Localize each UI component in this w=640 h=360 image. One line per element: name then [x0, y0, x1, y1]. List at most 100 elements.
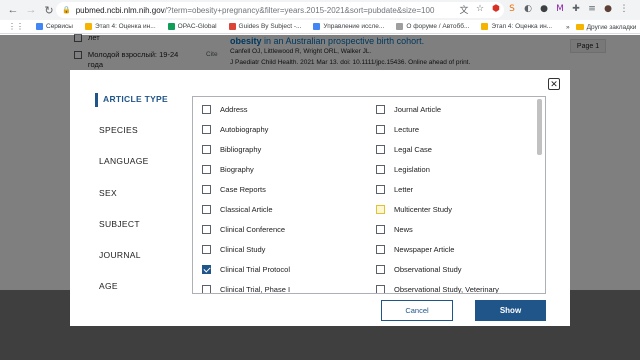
filter-category-journal[interactable]: JOURNAL: [99, 250, 141, 260]
article-type-option[interactable]: Observational Study: [376, 265, 462, 274]
back-icon[interactable]: ←: [6, 0, 20, 20]
scrollbar[interactable]: [537, 99, 542, 291]
media-icon[interactable]: ≡: [586, 3, 598, 15]
option-label: Newspaper Article: [394, 245, 455, 254]
checkbox[interactable]: [376, 125, 385, 134]
bookmark-item[interactable]: Guides By Subject -...: [228, 23, 301, 30]
bookmark-favicon-icon: [481, 23, 489, 30]
bookmark-item[interactable]: Сервисы: [36, 23, 73, 30]
checkbox[interactable]: [202, 285, 211, 293]
article-type-option[interactable]: Bibliography: [202, 145, 261, 154]
show-button[interactable]: Show: [475, 300, 546, 321]
article-type-list[interactable]: Address Autobiography Bibliography Biograph…: [192, 96, 546, 294]
url-path: /?term=obesity+pregnancy&filter=years.20…: [164, 5, 435, 15]
article-type-option[interactable]: Legal Case: [376, 145, 432, 154]
bookmark-item[interactable]: Этап 4: Оценка ин...: [84, 23, 156, 30]
option-label: Observational Study: [394, 265, 462, 274]
bookmark-item[interactable]: О форуме / Автобб...: [396, 23, 469, 30]
bookmark-favicon-icon: [396, 23, 404, 30]
ext-dark-icon[interactable]: ●: [538, 3, 550, 15]
filter-category-article-type[interactable]: ARTICLE TYPE: [103, 94, 168, 104]
article-type-option[interactable]: Letter: [376, 185, 413, 194]
filter-category-sex[interactable]: SEX: [99, 188, 117, 198]
checkbox[interactable]: [376, 285, 385, 293]
option-label: Clinical Trial Protocol: [220, 265, 291, 274]
bookmark-item[interactable]: Этап 4: Оценка ин...: [481, 23, 552, 30]
option-label: Autobiography: [220, 125, 269, 134]
article-type-option[interactable]: Clinical Conference: [202, 225, 285, 234]
article-type-option[interactable]: Clinical Trial, Phase I: [202, 285, 290, 293]
option-label: Clinical Conference: [220, 225, 286, 234]
option-label: Journal Article: [394, 105, 442, 114]
menu-icon[interactable]: ⋮: [618, 3, 630, 15]
article-type-option[interactable]: Clinical Study: [202, 245, 265, 254]
checkbox[interactable]: [376, 205, 385, 214]
profile-avatar[interactable]: ●: [602, 3, 614, 15]
chevron-right-icon: »: [566, 23, 570, 31]
checkbox[interactable]: [376, 165, 385, 174]
bookmark-item[interactable]: OPAC-Global: [167, 23, 217, 30]
checkbox[interactable]: [376, 185, 385, 194]
checkbox[interactable]: [202, 225, 211, 234]
ext-gray-icon[interactable]: ◐: [522, 3, 534, 15]
address-bar[interactable]: 🔒 pubmed.ncbi.nlm.nih.gov/?term=obesity+…: [56, 2, 504, 18]
checkbox[interactable]: [202, 205, 211, 214]
checkbox[interactable]: [202, 185, 211, 194]
ext-orange-icon[interactable]: S: [506, 3, 518, 15]
checkbox[interactable]: [376, 225, 385, 234]
checkbox[interactable]: [376, 265, 385, 274]
checkbox[interactable]: [376, 105, 385, 114]
puzzle-icon[interactable]: ✚: [570, 3, 582, 15]
ext-m-icon[interactable]: M: [554, 3, 566, 15]
close-icon[interactable]: ✕: [548, 78, 560, 90]
bookmark-label: Сервисы: [46, 23, 73, 30]
folder-icon: [575, 24, 584, 30]
reload-icon[interactable]: ↻: [42, 0, 56, 20]
filter-category-species[interactable]: SPECIES: [99, 125, 138, 135]
cancel-button[interactable]: Cancel: [381, 300, 453, 321]
star-icon[interactable]: ☆: [474, 3, 486, 15]
article-type-option[interactable]: Multicenter Study: [376, 205, 452, 214]
article-type-option[interactable]: Classical Article: [202, 205, 273, 214]
bookmark-label: О форуме / Автобб...: [406, 23, 470, 30]
filter-category-subject[interactable]: SUBJECT: [99, 219, 140, 229]
checkbox[interactable]: [376, 245, 385, 254]
checkbox[interactable]: [202, 125, 211, 134]
bookmark-item[interactable]: Управление иссле...: [313, 23, 384, 30]
article-type-option[interactable]: Case Reports: [202, 185, 266, 194]
browser-toolbar: ← → ↻ 🔒 pubmed.ncbi.nlm.nih.gov/?term=ob…: [0, 0, 640, 20]
option-label: Multicenter Study: [394, 205, 452, 214]
filter-category-age[interactable]: AGE: [99, 281, 118, 291]
checkbox[interactable]: [202, 245, 211, 254]
article-type-option[interactable]: Journal Article: [376, 105, 441, 114]
extensions-area: 文 ☆ ⬢ S ◐ ● M ✚ ≡ ● ⋮: [458, 3, 630, 16]
checkbox[interactable]: [202, 145, 211, 154]
article-type-option[interactable]: News: [376, 225, 413, 234]
article-type-option[interactable]: Autobiography: [202, 125, 268, 134]
translate-icon[interactable]: 文: [458, 3, 470, 16]
bookmark-label: Управление иссле...: [323, 23, 385, 30]
checkbox[interactable]: [202, 105, 211, 114]
other-bookmarks-label: Другие закладки: [586, 23, 637, 31]
option-label: Legislation: [394, 165, 430, 174]
filter-category-language[interactable]: LANGUAGE: [99, 156, 149, 166]
article-type-option[interactable]: Clinical Trial Protocol: [202, 265, 290, 274]
bookmark-favicon-icon: [84, 23, 92, 30]
article-type-option[interactable]: Address: [202, 105, 248, 114]
bookmarks-more[interactable]: » Другие закладки: [566, 20, 637, 33]
apps-icon[interactable]: ⋮⋮: [8, 22, 24, 31]
article-type-option[interactable]: Observational Study, Veterinary: [376, 285, 499, 293]
option-label: Legal Case: [394, 145, 432, 154]
checkbox[interactable]: [376, 145, 385, 154]
article-type-option[interactable]: Biography: [202, 165, 254, 174]
forward-icon[interactable]: →: [24, 0, 38, 20]
ext-red-icon[interactable]: ⬢: [490, 3, 502, 15]
url-host: pubmed.ncbi.nlm.nih.gov: [75, 5, 165, 15]
checkbox[interactable]: [202, 165, 211, 174]
scrollbar-thumb[interactable]: [537, 99, 542, 155]
article-type-option[interactable]: Lecture: [376, 125, 419, 134]
article-type-option[interactable]: Legislation: [376, 165, 430, 174]
article-type-option[interactable]: Newspaper Article: [376, 245, 454, 254]
checkbox-checked[interactable]: [202, 265, 211, 274]
option-label: Letter: [394, 185, 414, 194]
